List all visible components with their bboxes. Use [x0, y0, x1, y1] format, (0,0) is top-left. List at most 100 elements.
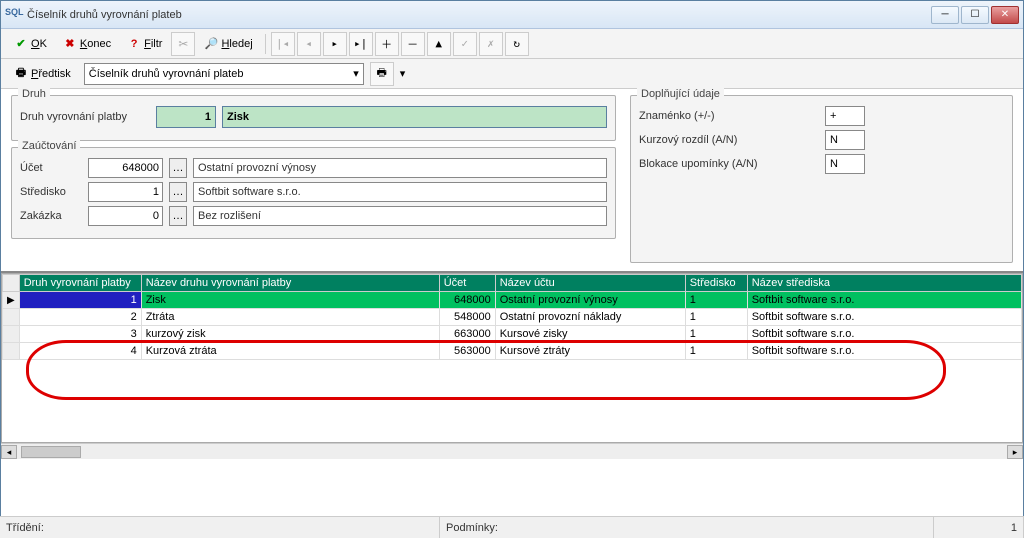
nav-cancel-button[interactable]: ✗ [479, 32, 503, 56]
maximize-button[interactable]: ☐ [961, 6, 989, 24]
ucet-lookup-button[interactable]: … [169, 158, 187, 178]
ucet-name-field[interactable] [193, 158, 607, 178]
zakazka-name-field[interactable] [193, 206, 607, 226]
col-nazev-strediska[interactable]: Název střediska [747, 275, 1021, 292]
col-druh[interactable]: Druh vyrovnání platby [19, 275, 141, 292]
second-toolbar: 🖶 Předtisk Číselník druhů vyrovnání plat… [1, 59, 1023, 89]
stredisko-name-field[interactable] [193, 182, 607, 202]
cell-ucet: 548000 [439, 309, 495, 326]
cell-nazev-uctu: Kursové zisky [495, 326, 685, 343]
nav-save-button[interactable]: ✓ [453, 32, 477, 56]
nav-next-button[interactable]: ▸ [323, 32, 347, 56]
cell-nazev: Ztráta [141, 309, 439, 326]
nav-first-button[interactable]: |◂ [271, 32, 295, 56]
grid-section: Druh vyrovnání platby Název druhu vyrovn… [1, 271, 1023, 459]
cell-stredisko: 1 [685, 292, 747, 309]
filter-off-icon: ✂ [178, 37, 188, 51]
ucet-label: Účet [20, 162, 82, 174]
nav-remove-button[interactable]: － [401, 32, 425, 56]
chevron-down-icon: ▾ [353, 67, 359, 80]
cell-stredisko: 1 [685, 343, 747, 360]
zauctovani-groupbox: Zaúčtování Účet … Středisko … Zakázka … [11, 147, 616, 239]
status-trideni: Třídění: [0, 517, 440, 538]
cell-druh: 2 [19, 309, 141, 326]
cell-nazev-strediska: Softbit software s.r.o. [747, 292, 1021, 309]
blokace-field[interactable] [825, 154, 865, 174]
cell-nazev-uctu: Kursové ztráty [495, 343, 685, 360]
row-marker: ▶ [3, 292, 20, 309]
filter-clear-button[interactable]: ✂ [171, 32, 195, 56]
cell-nazev-strediska: Softbit software s.r.o. [747, 326, 1021, 343]
druh-name-field[interactable] [222, 106, 607, 128]
cell-ucet: 563000 [439, 343, 495, 360]
znamenko-label: Znaménko (+/-) [639, 110, 819, 122]
kurz-label: Kurzový rozdíl (A/N) [639, 134, 819, 146]
col-nazev-uctu[interactable]: Název účtu [495, 275, 685, 292]
nav-add-button[interactable]: ＋ [375, 32, 399, 56]
nav-last-button[interactable]: ▸| [349, 32, 373, 56]
cell-druh: 4 [19, 343, 141, 360]
col-stredisko[interactable]: Středisko [685, 275, 747, 292]
stredisko-label: Středisko [20, 186, 82, 198]
doplnujici-groupbox: Doplňující údaje Znaménko (+/-) Kurzový … [630, 95, 1013, 263]
zakazka-label: Zakázka [20, 210, 82, 222]
printer-icon: 🖶 [377, 64, 387, 83]
table-row[interactable]: 4Kurzová ztráta563000Kursové ztráty1Soft… [3, 343, 1022, 360]
hledej-button[interactable]: 🔎 Hledej [197, 32, 259, 56]
form-area: Druh Druh vyrovnání platby Zaúčtování Úč… [1, 89, 1023, 269]
table-row[interactable]: ▶1Zisk648000Ostatní provozní výnosy1Soft… [3, 292, 1022, 309]
druh-legend: Druh [18, 88, 50, 100]
stredisko-field[interactable] [88, 182, 163, 202]
row-marker [3, 309, 20, 326]
row-marker [3, 326, 20, 343]
table-row[interactable]: 2Ztráta548000Ostatní provozní náklady1So… [3, 309, 1022, 326]
zakazka-lookup-button[interactable]: … [169, 206, 187, 226]
minimize-button[interactable]: ─ [931, 6, 959, 24]
kurz-field[interactable] [825, 130, 865, 150]
cell-nazev-strediska: Softbit software s.r.o. [747, 343, 1021, 360]
blokace-label: Blokace upomínky (A/N) [639, 158, 819, 170]
toolbar-separator [265, 34, 266, 54]
ok-button[interactable]: ✔ OK [7, 32, 54, 56]
grid-corner [3, 275, 20, 292]
status-bar: Třídění: Podmínky: 1 [0, 516, 1024, 538]
nav-prev-button[interactable]: ◂ [297, 32, 321, 56]
ucet-field[interactable] [88, 158, 163, 178]
filtr-button[interactable]: ? Filtr [120, 32, 169, 56]
zauctovani-legend: Zaúčtování [18, 140, 80, 152]
cell-ucet: 663000 [439, 326, 495, 343]
binoculars-icon: 🔎 [204, 37, 218, 51]
stredisko-lookup-button[interactable]: … [169, 182, 187, 202]
cell-stredisko: 1 [685, 326, 747, 343]
konec-button[interactable]: ✖ Konec [56, 32, 118, 56]
print-button[interactable]: 🖶 [370, 62, 394, 86]
print-dropdown-icon[interactable]: ▾ [400, 67, 406, 80]
druh-groupbox: Druh Druh vyrovnání platby [11, 95, 616, 141]
question-icon: ? [127, 37, 141, 51]
scroll-thumb[interactable] [21, 446, 81, 458]
nav-refresh-button[interactable]: ↻ [505, 32, 529, 56]
report-combo[interactable]: Číselník druhů vyrovnání plateb ▾ [84, 63, 364, 85]
cell-ucet: 648000 [439, 292, 495, 309]
table-row[interactable]: 3kurzový zisk663000Kursové zisky1Softbit… [3, 326, 1022, 343]
zakazka-field[interactable] [88, 206, 163, 226]
col-ucet[interactable]: Účet [439, 275, 495, 292]
close-button[interactable]: ✕ [991, 6, 1019, 24]
predtisk-button[interactable]: 🖶 Předtisk [7, 62, 78, 86]
main-toolbar: ✔ OK ✖ Konec ? Filtr ✂ 🔎 Hledej |◂ ◂ ▸ ▸… [1, 29, 1023, 59]
cell-nazev: Zisk [141, 292, 439, 309]
cell-nazev: Kurzová ztráta [141, 343, 439, 360]
row-marker [3, 343, 20, 360]
check-icon: ✔ [14, 37, 28, 51]
data-grid[interactable]: Druh vyrovnání platby Název druhu vyrovn… [2, 274, 1022, 360]
col-nazev[interactable]: Název druhu vyrovnání platby [141, 275, 439, 292]
druh-id-field[interactable] [156, 106, 216, 128]
horizontal-scrollbar[interactable]: ◂ ▸ [1, 443, 1023, 459]
cell-druh: 1 [19, 292, 141, 309]
scroll-left-button[interactable]: ◂ [1, 445, 17, 459]
scroll-right-button[interactable]: ▸ [1007, 445, 1023, 459]
znamenko-field[interactable] [825, 106, 865, 126]
status-podminky: Podmínky: [440, 517, 934, 538]
x-icon: ✖ [63, 37, 77, 51]
nav-edit-button[interactable]: ▲ [427, 32, 451, 56]
